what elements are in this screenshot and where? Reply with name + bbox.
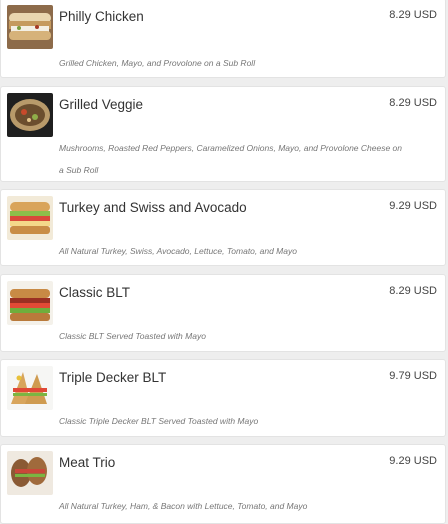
menu-item-name: Triple Decker BLT <box>59 370 167 385</box>
meat-trio-photo-icon <box>7 451 53 495</box>
menu-item-name: Turkey and Swiss and Avocado <box>59 200 247 215</box>
menu-item-grilled-veggie[interactable]: Grilled Veggie 8.29 USD Mushrooms, Roast… <box>0 86 446 182</box>
grilled-veggie-photo-icon <box>7 93 53 137</box>
menu-item-description: All Natural Turkey, Ham, & Bacon with Le… <box>59 501 308 511</box>
menu-item-name: Meat Trio <box>59 455 116 470</box>
menu-item-price: 9.29 USD <box>389 455 437 467</box>
menu-item-name: Grilled Veggie <box>59 97 144 112</box>
menu-item-philly-chicken[interactable]: Philly Chicken 8.29 USD Grilled Chicken,… <box>0 0 446 78</box>
menu-item-list: Philly Chicken 8.29 USD Grilled Chicken,… <box>0 0 448 524</box>
menu-item-description: Classic Triple Decker BLT Served Toasted… <box>59 416 259 426</box>
philly-chicken-photo-icon <box>7 5 53 49</box>
menu-item-price: 8.29 USD <box>389 97 437 109</box>
menu-item-name: Classic BLT <box>59 285 131 300</box>
menu-item-meat-trio[interactable]: Meat Trio 9.29 USD All Natural Turkey, H… <box>0 444 446 524</box>
turkey-swiss-avocado-photo-icon <box>7 196 53 240</box>
menu-item-price: 9.79 USD <box>389 370 437 382</box>
classic-blt-photo-icon <box>7 281 53 325</box>
menu-item-description: All Natural Turkey, Swiss, Avocado, Lett… <box>59 246 297 256</box>
menu-item-turkey-swiss-avocado[interactable]: Turkey and Swiss and Avocado 9.29 USD Al… <box>0 189 446 266</box>
menu-item-price: 8.29 USD <box>389 9 437 21</box>
menu-item-price: 9.29 USD <box>389 200 437 212</box>
menu-item-name: Philly Chicken <box>59 9 144 24</box>
menu-item-description: Mushrooms, Roasted Red Peppers, Carameli… <box>59 143 403 175</box>
menu-item-classic-blt[interactable]: Classic BLT 8.29 USD Classic BLT Served … <box>0 274 446 352</box>
menu-item-description: Classic BLT Served Toasted with Mayo <box>59 331 206 341</box>
menu-item-triple-decker-blt[interactable]: Triple Decker BLT 9.79 USD Classic Tripl… <box>0 359 446 437</box>
menu-item-description: Grilled Chicken, Mayo, and Provolone on … <box>59 58 256 68</box>
menu-item-price: 8.29 USD <box>389 285 437 297</box>
triple-decker-blt-photo-icon <box>7 366 53 410</box>
